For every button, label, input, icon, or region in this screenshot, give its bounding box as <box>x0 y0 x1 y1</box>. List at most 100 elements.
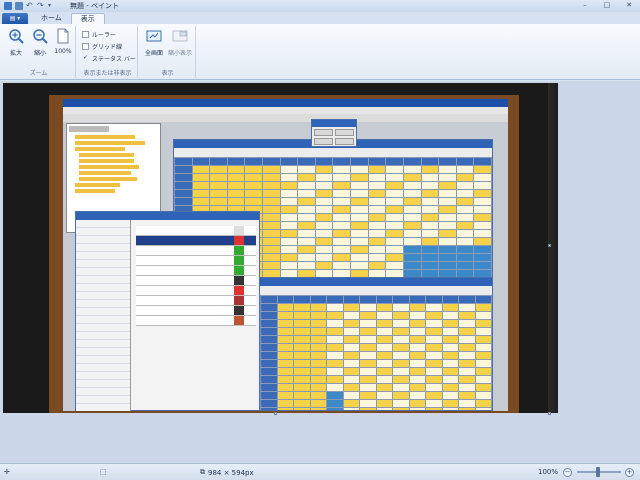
rulers-checkbox-row[interactable]: ルーラー <box>82 30 116 39</box>
photo-grid-cell <box>280 270 298 277</box>
photo-grid-cell <box>475 400 491 407</box>
photo-grid-cell <box>333 238 351 245</box>
redo-icon[interactable]: ↷ <box>37 2 45 10</box>
photo-monitor-row <box>136 306 256 316</box>
maximize-button[interactable]: □ <box>598 0 616 10</box>
photo-grid-cell <box>409 352 425 359</box>
photo-grid-cell <box>210 190 227 197</box>
photo-grid-cell <box>310 344 326 351</box>
close-button[interactable]: ✕ <box>620 0 638 10</box>
photo-grid-cell <box>474 230 491 237</box>
photo-grid-cell <box>459 400 475 407</box>
minimize-button[interactable]: – <box>576 0 594 10</box>
photo-grid-cell <box>459 304 475 311</box>
photo-grid-cell <box>459 384 475 391</box>
statusbar-checkbox-row[interactable]: ✓ ステータス バー <box>82 54 136 64</box>
photo-grid-cell <box>386 262 403 269</box>
photo-grid-cell <box>456 254 474 261</box>
photo-grid-cell <box>310 360 326 367</box>
photo-grid-cell <box>442 376 458 383</box>
photo-grid-cell <box>421 222 439 229</box>
photo-grid-cell <box>280 174 298 181</box>
photo-grid-cell <box>245 174 263 181</box>
actual-size-button[interactable]: 100% <box>51 28 75 55</box>
photo-grid-cell <box>442 408 458 410</box>
tab-home[interactable]: ホーム <box>32 13 71 24</box>
photo-monitor-row <box>136 226 256 236</box>
resize-handle-bottom[interactable] <box>274 412 277 415</box>
photo-grid-cell <box>277 296 293 303</box>
rulers-checkbox[interactable] <box>82 31 89 38</box>
zoom-in-small-button[interactable]: + <box>625 468 634 477</box>
photo-grid-cell <box>192 182 210 189</box>
photo-grid-cell <box>263 214 280 221</box>
photo-grid-cell <box>409 360 425 367</box>
photo-grid-cell <box>277 408 293 410</box>
zoom-slider-thumb[interactable] <box>596 467 600 477</box>
photo-grid-cell <box>351 214 368 221</box>
photo-grid-cell <box>261 304 277 311</box>
photo-grid-cell <box>310 336 326 343</box>
photo-grid-cell <box>327 296 343 303</box>
photo-grid-cell <box>442 304 458 311</box>
photo-grid-cell <box>474 246 491 253</box>
canvas-dark-strip <box>548 83 640 413</box>
photo-grid-cell <box>294 392 310 399</box>
photo-monitor-row <box>136 276 256 286</box>
photo-app-titlebar <box>63 99 508 107</box>
photo-grid-cell <box>277 304 293 311</box>
photo-grid-cell <box>263 190 280 197</box>
tab-view[interactable]: 表示 <box>70 13 105 24</box>
gridlines-checkbox[interactable] <box>82 43 89 50</box>
fullscreen-button[interactable]: 全画面 <box>142 28 166 57</box>
photo-grid-cell <box>386 222 403 229</box>
paint-menu-button[interactable]: ▤ ▾ <box>2 13 28 24</box>
photo-grid-cell <box>343 368 359 375</box>
photo-grid-cell <box>475 408 491 410</box>
photo-grid-cell <box>403 270 421 277</box>
zoom-in-button[interactable]: 拡大 <box>4 28 28 57</box>
photo-grid-cell <box>315 166 333 173</box>
image-dimensions: 984 × 594px <box>208 468 254 477</box>
resize-handle-corner[interactable] <box>548 412 551 415</box>
photo-grid-cell <box>368 254 386 261</box>
zoom-out-small-button[interactable]: − <box>563 468 572 477</box>
photo-grid-cell <box>368 222 386 229</box>
photo-grid-cell <box>310 296 326 303</box>
photo-grid-cell <box>403 174 421 181</box>
photo-grid-cell <box>294 352 310 359</box>
photo-grid-cell <box>403 158 421 165</box>
photo-grid-cell <box>368 262 386 269</box>
photo-grid-cell <box>343 376 359 383</box>
photo-grid-cell <box>393 400 409 407</box>
photo-grid-cell <box>333 254 351 261</box>
gridlines-checkbox-row[interactable]: グリッド線 <box>82 42 122 51</box>
thumbnail-button[interactable]: 縮小表示 <box>168 28 192 57</box>
paint-app-icon[interactable] <box>4 2 12 10</box>
save-icon[interactable] <box>15 2 23 10</box>
canvas-image[interactable] <box>3 83 550 413</box>
customize-dropdown-icon[interactable]: ▾ <box>48 2 56 10</box>
photo-grid-cell <box>459 344 475 351</box>
photo-grid-cell <box>409 392 425 399</box>
photo-grid-cell <box>403 254 421 261</box>
zoom-group-label: ズーム <box>29 70 48 77</box>
photo-grid-cell <box>280 190 298 197</box>
photo-grid-cell <box>227 198 245 205</box>
photo-grid-cell <box>474 222 491 229</box>
photo-grid-cell <box>360 392 376 399</box>
canvas-area[interactable] <box>0 81 640 463</box>
zoom-in-icon <box>9 29 24 44</box>
undo-icon[interactable]: ↶ <box>26 2 34 10</box>
zoom-out-button[interactable]: 縮小 <box>28 28 52 57</box>
photo-grid-cell <box>409 384 425 391</box>
photo-grid-cell <box>442 392 458 399</box>
show-hide-group: ルーラー グリッド線 ✓ ステータス バー 表示または非表示 <box>78 26 138 78</box>
statusbar-checkbox[interactable]: ✓ <box>82 55 89 62</box>
photo-grid-cell <box>310 368 326 375</box>
photo-grid-cell <box>376 320 392 327</box>
resize-handle-right[interactable] <box>548 244 551 247</box>
photo-map-grid-lower <box>260 295 492 410</box>
thumbnail-label: 縮小表示 <box>168 50 193 57</box>
photo-grid-cell <box>333 182 351 189</box>
